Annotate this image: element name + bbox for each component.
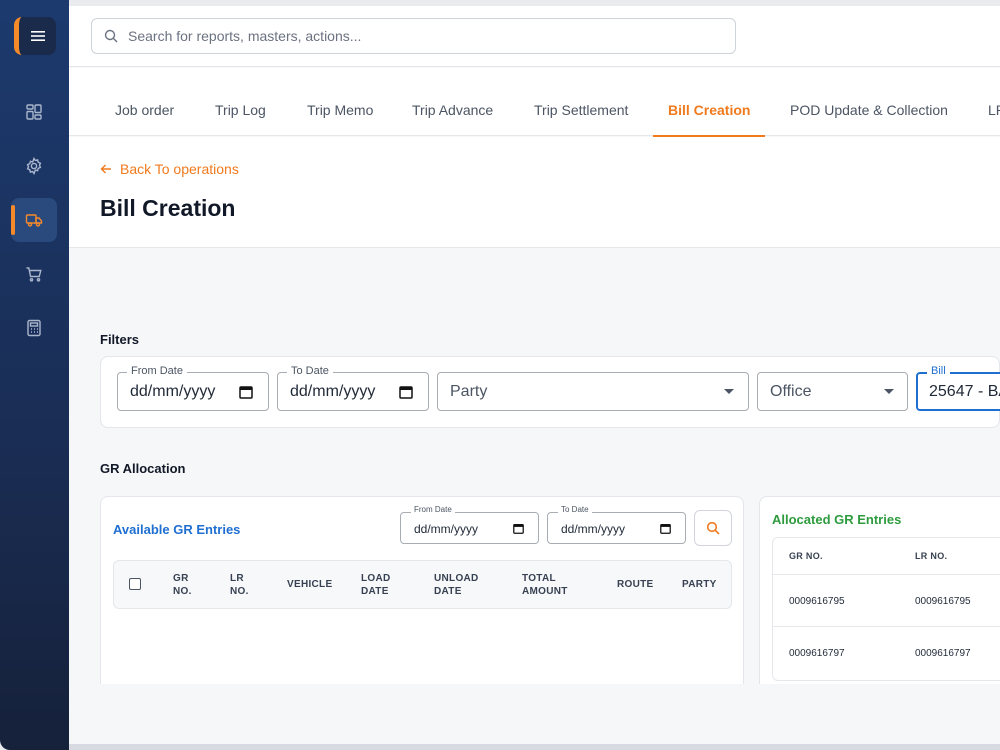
chevron-down-icon [884, 389, 894, 394]
col-gr-no-line1: GR [173, 573, 189, 584]
col-route: ROUTE [617, 579, 654, 590]
chevron-down-icon [724, 389, 734, 394]
gr-to-date-field[interactable]: To Date dd/mm/yyyy [547, 505, 686, 544]
gr-allocation-heading: GR Allocation [100, 461, 186, 476]
col-total-amount: TOTAL AMOUNT [522, 572, 568, 598]
allocated-gr-table: GR NO. LR NO. 0009616795 0009616795 0009… [772, 537, 1000, 681]
tab-pod-update-collection[interactable]: POD Update & Collection [790, 68, 948, 136]
col-load-date-line2: DATE [361, 586, 389, 597]
col-alloc-gr-no: GR NO. [789, 551, 823, 561]
col-alloc-lr-no: LR NO. [915, 551, 948, 561]
sidebar-item-accounts[interactable] [11, 306, 57, 350]
menu-toggle-button[interactable] [14, 17, 56, 55]
tab-trip-memo[interactable]: Trip Memo [307, 68, 373, 136]
to-date-field[interactable]: To Date dd/mm/yyyy [277, 365, 429, 411]
to-date-value: dd/mm/yyyy [290, 383, 376, 400]
hamburger-icon [30, 31, 45, 41]
tab-trip-log[interactable]: Trip Log [215, 68, 266, 136]
available-gr-table-header: GR NO. LR NO. VEHICLE LOAD DATE UNLOAD DATE … [113, 560, 732, 609]
to-date-legend: To Date [287, 365, 333, 377]
col-load-date: LOAD DATE [361, 572, 391, 598]
office-select[interactable]: Office [757, 372, 908, 411]
filters-heading: Filters [100, 332, 140, 347]
col-unload-date: UNLOAD DATE [434, 572, 479, 598]
sidebar-item-purchase[interactable] [11, 252, 57, 296]
alloc-lr-cell: 0009616797 [915, 648, 971, 659]
calendar-icon[interactable] [239, 385, 253, 399]
gear-icon [26, 157, 42, 175]
tab-trip-advance[interactable]: Trip Advance [412, 68, 493, 136]
sidebar [0, 0, 69, 750]
office-placeholder: Office [770, 383, 812, 400]
tab-bar: Job order Trip Log Trip Memo Trip Advanc… [69, 68, 1000, 137]
col-vehicle: VEHICLE [287, 579, 333, 590]
dashboard-icon [26, 104, 42, 120]
col-lr-no-line2: NO. [230, 586, 249, 597]
calculator-icon [27, 319, 41, 337]
col-lr-no-line1: LR [230, 573, 244, 584]
alloc-gr-cell: 0009616795 [789, 596, 845, 607]
calendar-icon[interactable] [399, 385, 413, 399]
page-header: Back To operations Bill Creation [69, 137, 1000, 248]
col-total-amount-line1: TOTAL [522, 573, 556, 584]
col-gr-no: GR NO. [173, 572, 192, 598]
gr-search-button[interactable] [694, 510, 732, 546]
gr-to-date-value: dd/mm/yyyy [561, 522, 626, 536]
gr-from-date-field[interactable]: From Date dd/mm/yyyy [400, 505, 539, 544]
from-date-field[interactable]: From Date dd/mm/yyyy [117, 365, 269, 411]
col-lr-no: LR NO. [230, 572, 249, 598]
bill-value: 25647 - BA [929, 383, 1000, 400]
row-divider [773, 574, 1000, 575]
calendar-icon[interactable] [660, 523, 671, 534]
sidebar-item-operations[interactable] [11, 198, 57, 242]
calendar-icon[interactable] [513, 523, 524, 534]
tab-job-order[interactable]: Job order [115, 68, 174, 136]
cart-icon [26, 267, 42, 282]
available-gr-title: Available GR Entries [113, 522, 241, 537]
select-all-checkbox[interactable] [129, 578, 141, 590]
party-placeholder: Party [450, 383, 488, 400]
col-total-amount-line2: AMOUNT [522, 586, 568, 597]
party-select[interactable]: Party [437, 372, 749, 411]
from-date-value: dd/mm/yyyy [130, 383, 216, 400]
top-bar [69, 6, 1000, 67]
allocated-gr-title: Allocated GR Entries [772, 512, 902, 527]
truck-icon [25, 214, 43, 227]
sidebar-item-settings[interactable] [11, 144, 57, 188]
search-input[interactable] [128, 28, 688, 44]
alloc-lr-cell: 0009616795 [915, 596, 971, 607]
col-unload-date-line1: UNLOAD [434, 573, 479, 584]
tab-trip-settlement[interactable]: Trip Settlement [534, 68, 628, 136]
back-link-label: Back To operations [120, 161, 239, 177]
search-bar[interactable] [91, 18, 736, 54]
alloc-gr-cell: 0009616797 [789, 648, 845, 659]
col-unload-date-line2: DATE [434, 586, 462, 597]
col-gr-no-line2: NO. [173, 586, 192, 597]
back-link[interactable]: Back To operations [100, 161, 239, 177]
from-date-legend: From Date [127, 365, 187, 377]
gr-from-date-value: dd/mm/yyyy [414, 522, 479, 536]
row-divider [773, 626, 1000, 627]
allocated-gr-card: Allocated GR Entries GR NO. LR NO. 00096… [759, 496, 1000, 684]
window-bottom-edge [69, 744, 1000, 750]
col-party: PARTY [682, 579, 717, 590]
arrow-left-icon [100, 164, 111, 174]
available-gr-card: Available GR Entries From Date dd/mm/yyy… [100, 496, 744, 684]
tab-lr[interactable]: LR [988, 68, 1000, 136]
bill-legend: Bill [927, 365, 950, 377]
bill-field[interactable]: Bill 25647 - BA [916, 365, 1000, 411]
sidebar-item-dashboard[interactable] [11, 90, 57, 134]
col-load-date-line1: LOAD [361, 573, 391, 584]
page-title: Bill Creation [100, 195, 236, 221]
search-icon [104, 29, 118, 43]
gr-from-date-legend: From Date [411, 505, 455, 514]
search-icon [706, 521, 720, 535]
tab-bill-creation[interactable]: Bill Creation [652, 68, 767, 137]
gr-to-date-legend: To Date [558, 505, 592, 514]
filters-panel: From Date dd/mm/yyyy To Date dd/mm/yyyy … [100, 356, 1000, 428]
